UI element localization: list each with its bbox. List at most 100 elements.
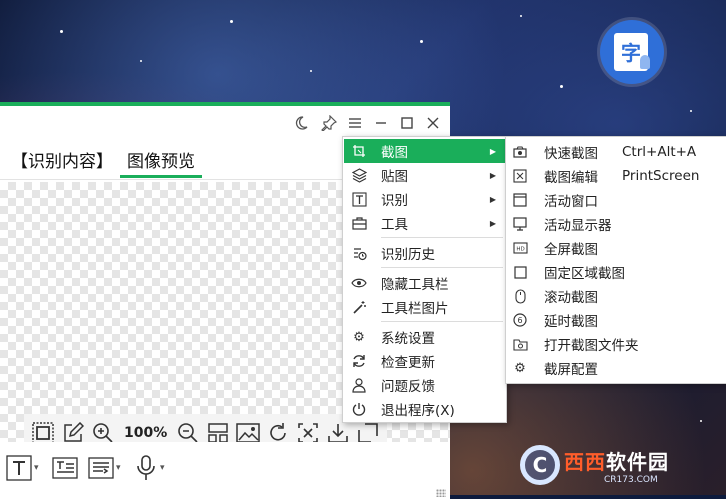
user-feedback-icon xyxy=(344,377,374,393)
mouse-icon xyxy=(506,288,534,304)
submenu-item-quick-screenshot[interactable]: 快速截图 Ctrl+Alt+A xyxy=(506,140,726,164)
history-icon xyxy=(344,246,374,261)
menu-item-label: 问题反馈 xyxy=(381,379,435,395)
close-icon[interactable] xyxy=(420,110,446,136)
menu-item-label: 工具 xyxy=(381,217,408,233)
svg-text:HD: HD xyxy=(516,247,524,253)
chevron-down-icon[interactable]: ▾ xyxy=(160,463,165,473)
submenu-item-open-folder[interactable]: 打开截图文件夹 xyxy=(506,332,726,356)
text-recognize-icon xyxy=(344,191,374,207)
moon-icon[interactable] xyxy=(288,110,314,136)
submenu-item-label: 快速截图 xyxy=(544,146,598,162)
shortcut-label: PrintScreen xyxy=(622,168,700,184)
camera-icon xyxy=(506,146,534,158)
menu-item-label: 检查更新 xyxy=(381,355,435,371)
submenu-item-label: 截屏配置 xyxy=(544,362,598,378)
tab-recognized-content[interactable]: 【识别内容】 xyxy=(4,148,120,178)
submenu-item-edit-screenshot[interactable]: 截图编辑 PrintScreen xyxy=(506,164,726,188)
menu-item-exit[interactable]: 退出程序(X) xyxy=(344,397,505,421)
submenu-item-scroll-screenshot[interactable]: 滚动截图 xyxy=(506,284,726,308)
submenu-item-screenshot-settings[interactable]: ⚙ 截屏配置 xyxy=(506,356,726,380)
menu-item-screenshot[interactable]: 截图 ▶ xyxy=(344,139,505,163)
menu-item-tools[interactable]: 工具 ▶ xyxy=(344,211,505,235)
submenu-item-fullscreen[interactable]: HD 全屏截图 xyxy=(506,236,726,260)
chevron-right-icon: ▶ xyxy=(489,146,496,156)
menu-item-settings[interactable]: ⚙ 系统设置 xyxy=(344,325,505,349)
submenu-item-label: 活动显示器 xyxy=(544,218,612,234)
watermark-letter: C xyxy=(520,445,560,485)
monitor-icon xyxy=(506,217,534,231)
refresh-icon xyxy=(344,354,374,368)
shortcut-label: Ctrl+Alt+A xyxy=(622,144,697,160)
maximize-icon[interactable] xyxy=(394,110,420,136)
square-icon xyxy=(506,265,534,279)
chevron-down-icon[interactable]: ▾ xyxy=(34,463,39,473)
watermark-brand-orange: 西西 xyxy=(564,449,606,474)
gear-icon: ⚙ xyxy=(514,360,526,376)
list-icon[interactable]: ▾ xyxy=(88,454,121,482)
menu-item-label: 隐藏工具栏 xyxy=(381,277,449,293)
zoom-level: 100% xyxy=(124,425,168,441)
submenu-item-active-monitor[interactable]: 活动显示器 xyxy=(506,212,726,236)
screenshot-submenu: 快速截图 Ctrl+Alt+A 截图编辑 PrintScreen 活动窗口 活动… xyxy=(505,136,726,384)
edit-screenshot-icon xyxy=(506,169,534,183)
menu-icon[interactable] xyxy=(342,110,368,136)
fullscreen-icon: HD xyxy=(506,242,534,254)
window-icon xyxy=(506,193,534,207)
text-icon[interactable]: ▾ xyxy=(6,454,39,482)
submenu-item-label: 延时截图 xyxy=(544,314,598,330)
star xyxy=(690,110,692,112)
folder-camera-icon xyxy=(506,338,534,351)
microphone-icon[interactable]: ▾ xyxy=(134,454,165,482)
menu-item-history[interactable]: 识别历史 xyxy=(344,241,505,265)
submenu-item-label: 滚动截图 xyxy=(544,290,598,306)
context-menu: 截图 ▶ 贴图 ▶ 识别 ▶ 工具 ▶ 识别历史 隐藏工具栏 工具栏图片 ⚙ 系… xyxy=(342,136,507,423)
menu-item-label: 退出程序(X) xyxy=(381,403,455,419)
toolbox-icon xyxy=(344,216,374,231)
chevron-right-icon: ▶ xyxy=(489,218,496,228)
screenshot-icon xyxy=(344,144,374,159)
watermark-url: CR173.COM xyxy=(604,474,658,485)
tab-image-preview[interactable]: 图像预览 xyxy=(120,148,202,178)
layers-icon xyxy=(344,167,374,183)
timer-icon: 6 xyxy=(506,313,534,327)
submenu-item-label: 活动窗口 xyxy=(544,194,598,210)
chevron-right-icon: ▶ xyxy=(489,170,496,180)
menu-item-recognize[interactable]: 识别 ▶ xyxy=(344,187,505,211)
menu-item-label: 系统设置 xyxy=(381,331,435,347)
submenu-item-delayed-screenshot[interactable]: 6 延时截图 xyxy=(506,308,726,332)
menu-item-toolbar-image[interactable]: 工具栏图片 xyxy=(344,295,505,319)
titlebar xyxy=(280,110,450,138)
bottom-toolbar: ▾ ▾ ▾ xyxy=(0,442,450,499)
submenu-item-label: 固定区域截图 xyxy=(544,266,625,282)
menu-item-label: 贴图 xyxy=(381,169,408,185)
menu-item-hide-toolbar[interactable]: 隐藏工具栏 xyxy=(344,271,505,295)
chevron-down-icon[interactable]: ▾ xyxy=(116,463,121,473)
menu-item-label: 工具栏图片 xyxy=(381,301,449,317)
minimize-icon[interactable] xyxy=(368,110,394,136)
tab-bar: 【识别内容】 图像预览 xyxy=(4,148,202,178)
chevron-right-icon: ▶ xyxy=(489,194,496,204)
menu-item-paste-image[interactable]: 贴图 ▶ xyxy=(344,163,505,187)
pin-icon[interactable] xyxy=(316,110,342,136)
star xyxy=(420,40,423,43)
magic-wand-icon xyxy=(344,300,374,315)
submenu-item-fixed-region[interactable]: 固定区域截图 xyxy=(506,260,726,284)
svg-text:6: 6 xyxy=(517,316,522,325)
menu-item-label: 识别 xyxy=(381,193,408,209)
text-box-icon[interactable] xyxy=(52,454,78,482)
submenu-item-active-window[interactable]: 活动窗口 xyxy=(506,188,726,212)
star xyxy=(60,30,63,33)
star xyxy=(230,20,233,23)
star xyxy=(140,60,142,62)
resize-grip[interactable] xyxy=(436,489,446,497)
star xyxy=(560,85,563,88)
menu-item-feedback[interactable]: 问题反馈 xyxy=(344,373,505,397)
submenu-item-label: 打开截图文件夹 xyxy=(544,338,639,354)
menu-separator xyxy=(381,267,503,268)
submenu-item-label: 全屏截图 xyxy=(544,242,598,258)
submenu-item-label: 截图编辑 xyxy=(544,170,598,186)
star xyxy=(520,15,522,17)
menu-item-check-update[interactable]: 检查更新 xyxy=(344,349,505,373)
ocr-app-icon[interactable]: 字 xyxy=(600,20,664,84)
